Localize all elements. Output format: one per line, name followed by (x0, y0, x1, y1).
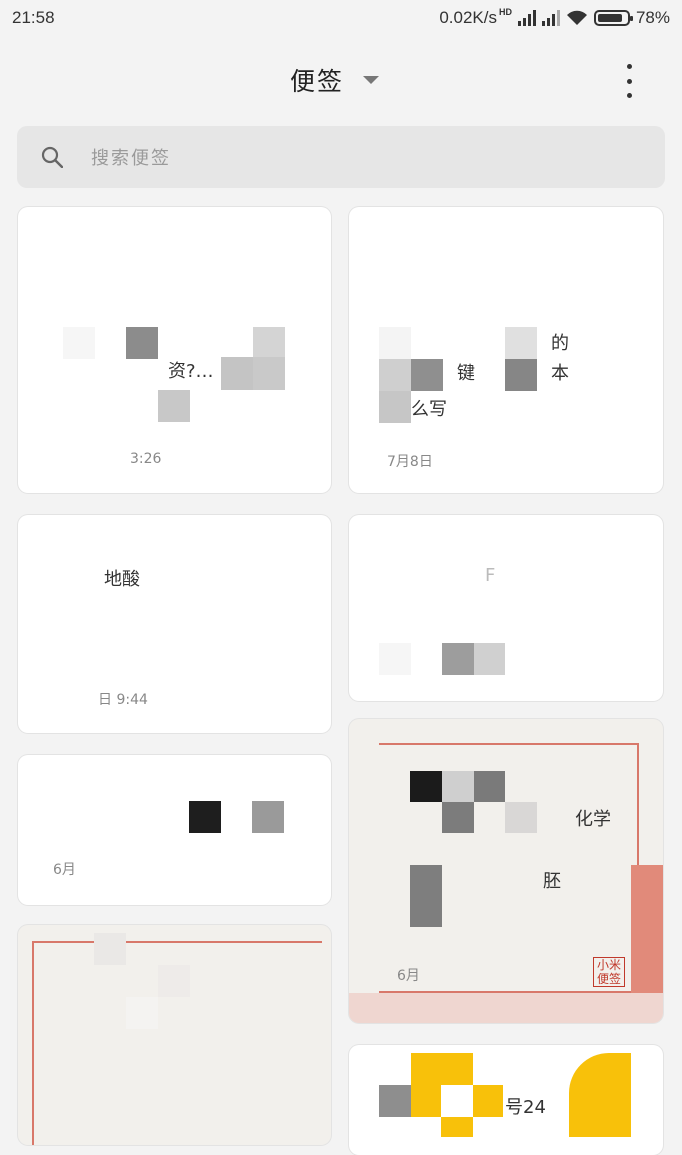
note-date: 3:26 (130, 451, 162, 467)
note-date: 日 9:44 (98, 692, 148, 708)
search-input[interactable] (89, 140, 633, 176)
note-card[interactable]: 的 键 本 么写 7月8日 (349, 207, 663, 493)
note-preview-line: 本 (551, 363, 569, 384)
note-date: 6月 (53, 862, 76, 878)
note-stamp: 小米便签 (593, 957, 625, 987)
app-header: 便签 (0, 52, 682, 108)
note-card[interactable]: F (349, 515, 663, 701)
note-preview-line: 胚 (543, 871, 561, 892)
note-preview-text: 地酸 (104, 569, 140, 590)
cell-signal-icon (517, 10, 536, 26)
clock: 21:58 (12, 8, 55, 27)
note-preview-line: 的 (551, 333, 569, 354)
cell-signal-2-icon (541, 10, 560, 26)
note-date: 6月 (397, 968, 420, 984)
note-card[interactable]: 化学 胚 6月 小米便签 (349, 719, 663, 1023)
note-card[interactable]: 号24 (349, 1045, 663, 1155)
battery-icon (593, 10, 633, 26)
status-bar: 21:58 0.02K/s HD 78% (0, 0, 682, 36)
note-preview-text: F (485, 565, 496, 586)
note-card[interactable]: 6月 (18, 755, 331, 905)
note-preview-line: 么写 (411, 399, 447, 420)
hd-badge: HD (498, 7, 512, 17)
note-card[interactable] (18, 925, 331, 1145)
search-icon (41, 146, 63, 168)
note-card[interactable]: 地酸 日 9:44 (18, 515, 331, 733)
network-speed: 0.02K/s (439, 8, 497, 27)
note-date: 7月8日 (387, 454, 433, 470)
search-bar[interactable] (17, 126, 665, 188)
wifi-icon (566, 10, 587, 25)
note-preview-line: 键 (457, 363, 475, 384)
note-preview-text: 号24 (505, 1097, 546, 1118)
note-preview-line: 化学 (575, 809, 611, 830)
note-preview-text: 资?… (168, 361, 214, 382)
caret-down-icon[interactable] (363, 76, 379, 84)
note-card[interactable]: 资?… 3:26 (18, 207, 331, 493)
battery-level: 78% (635, 8, 670, 27)
more-vertical-icon[interactable] (620, 64, 638, 98)
status-icons: 0.02K/s HD 78% (439, 7, 670, 28)
page-title[interactable]: 便签 (290, 62, 344, 98)
